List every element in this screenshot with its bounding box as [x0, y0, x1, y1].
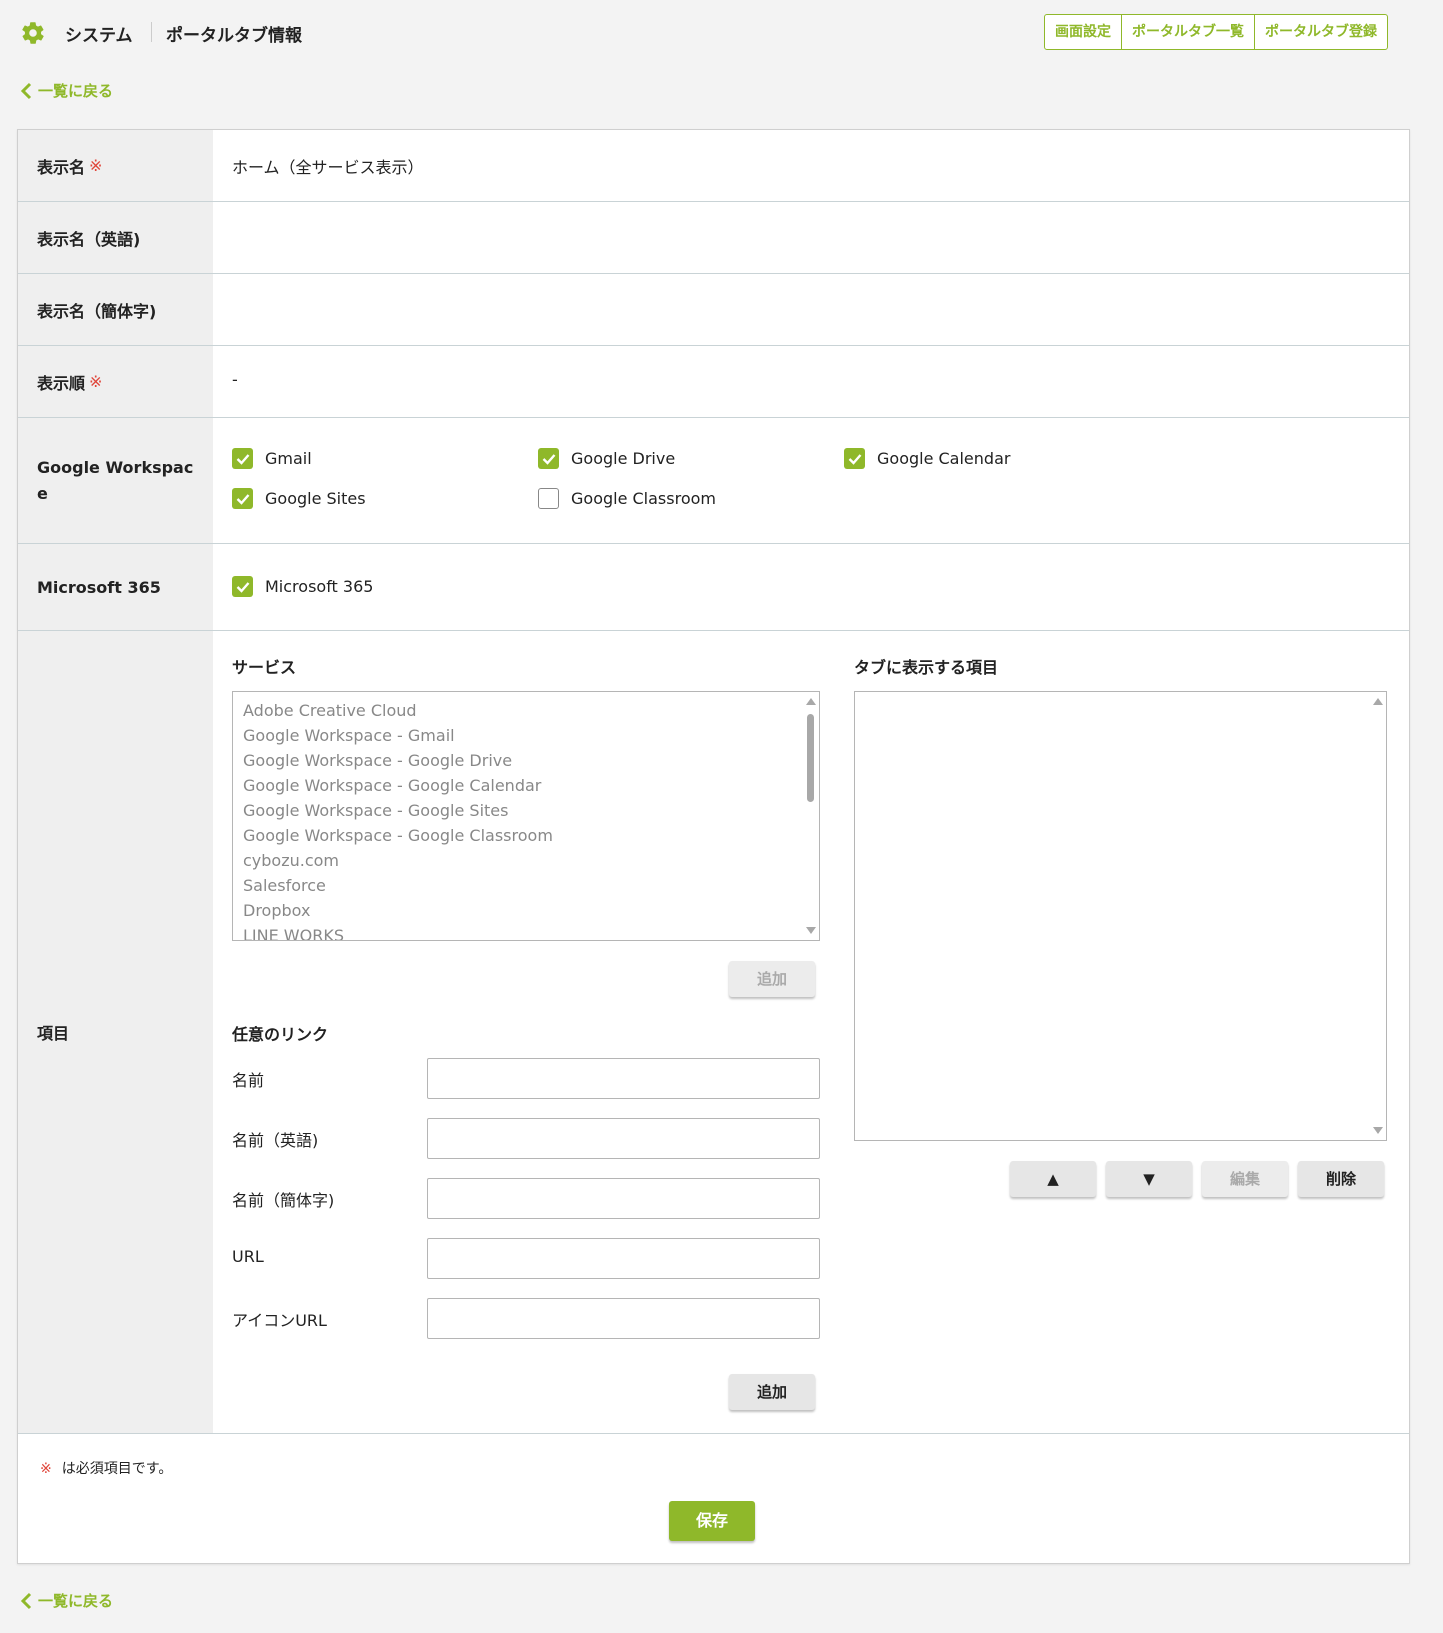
tab-screen-settings[interactable]: 画面設定 [1045, 15, 1121, 49]
google-calendar-checkbox[interactable]: Google Calendar [844, 448, 1010, 469]
back-to-list-link-bottom[interactable]: 一覧に戻る [20, 1590, 113, 1611]
custom-name-input[interactable] [427, 1058, 820, 1099]
required-mark: ※ [40, 1461, 52, 1477]
google-classroom-checkbox[interactable]: Google Classroom [538, 488, 716, 509]
page-header: システム ポータルタブ情報 画面設定 ポータルタブ一覧 ポータルタブ登録 [0, 0, 1443, 66]
breadcrumb-divider [151, 22, 152, 42]
list-item[interactable]: Google Workspace - Google Classroom [243, 823, 553, 848]
add-service-button[interactable]: 追加 [729, 961, 815, 997]
services-listbox[interactable]: Adobe Creative Cloud Google Workspace - … [232, 691, 820, 941]
scroll-down-arrow-icon[interactable] [806, 927, 816, 934]
list-item[interactable]: Google Workspace - Google Drive [243, 748, 553, 773]
check-icon [844, 448, 865, 469]
unchecked-box-icon [538, 488, 559, 509]
list-item[interactable]: Adobe Creative Cloud [243, 698, 553, 723]
row-display-name-en: 表示名（英語) [18, 202, 1409, 274]
scroll-up-arrow-icon[interactable] [806, 698, 816, 705]
custom-url-label: URL [232, 1247, 264, 1266]
display-name-value: ホーム（全サービス表示） [232, 158, 424, 177]
custom-url-input[interactable] [427, 1238, 820, 1279]
row-display-order: 表示順 ※ - [18, 346, 1409, 418]
add-custom-link-button[interactable]: 追加 [729, 1374, 815, 1410]
scroll-thumb[interactable] [807, 714, 814, 802]
required-mark: ※ [89, 372, 103, 391]
list-item[interactable]: Dropbox [243, 898, 553, 923]
tab-portal-tab-register[interactable]: ポータルタブ登録 [1254, 15, 1387, 49]
items-label: 項目 [18, 631, 213, 1433]
custom-icon-url-label: アイコンURL [232, 1311, 327, 1330]
row-microsoft-365: Microsoft 365 Microsoft 365 [18, 544, 1409, 631]
display-name-en-label: 表示名（英語) [18, 202, 213, 273]
move-down-button[interactable]: ▼ [1106, 1161, 1192, 1197]
portal-tab-form: 表示名 ※ ホーム（全サービス表示） 表示名（英語) 表示名（簡体字) 表示順 ※ … [17, 129, 1410, 1564]
required-note: ※ は必須項目です。 [40, 1461, 173, 1477]
list-item[interactable]: Google Workspace - Google Sites [243, 798, 553, 823]
edit-button[interactable]: 編集 [1202, 1161, 1288, 1197]
row-display-name-zh: 表示名（簡体字) [18, 274, 1409, 346]
chevron-left-icon [20, 1592, 32, 1609]
top-tab-group: 画面設定 ポータルタブ一覧 ポータルタブ登録 [1044, 14, 1388, 50]
scroll-up-arrow-icon[interactable] [1373, 698, 1383, 705]
custom-link-title: 任意のリンク [232, 1025, 329, 1044]
row-items: 項目 サービス Adobe Creative Cloud Google Work… [18, 631, 1409, 1434]
google-workspace-label: Google Workspac e [18, 418, 213, 543]
delete-button[interactable]: 削除 [1298, 1161, 1384, 1197]
display-order-label: 表示順 ※ [18, 346, 213, 417]
list-item[interactable]: cybozu.com [243, 848, 553, 873]
tab-portal-tab-list[interactable]: ポータルタブ一覧 [1121, 15, 1254, 49]
services-title: サービス [232, 658, 297, 677]
back-link-label: 一覧に戻る [38, 1592, 114, 1610]
chevron-left-icon [20, 82, 32, 99]
custom-icon-url-input[interactable] [427, 1298, 820, 1339]
gmail-checkbox[interactable]: Gmail [232, 448, 312, 469]
save-button[interactable]: 保存 [669, 1501, 755, 1541]
check-icon [232, 488, 253, 509]
scroll-down-arrow-icon[interactable] [1373, 1127, 1383, 1134]
list-item[interactable]: Google Workspace - Google Calendar [243, 773, 553, 798]
google-sites-checkbox[interactable]: Google Sites [232, 488, 366, 509]
tab-items-scrollbar[interactable] [1370, 692, 1386, 1140]
page-title: ポータルタブ情報 [166, 26, 302, 46]
services-scrollbar[interactable] [803, 692, 819, 940]
row-google-workspace: Google Workspac e Gmail Google Drive Goo… [18, 418, 1409, 544]
tab-items-title: タブに表示する項目 [854, 658, 999, 677]
services-list: Adobe Creative Cloud Google Workspace - … [243, 698, 553, 940]
display-name-label: 表示名 ※ [18, 130, 213, 201]
google-drive-checkbox[interactable]: Google Drive [538, 448, 675, 469]
display-order-value: - [232, 370, 238, 389]
required-mark: ※ [89, 156, 103, 175]
move-up-button[interactable]: ▲ [1010, 1161, 1096, 1197]
microsoft-365-checkbox[interactable]: Microsoft 365 [232, 576, 373, 597]
tab-items-listbox[interactable] [854, 691, 1387, 1141]
breadcrumb-system: システム [65, 26, 133, 46]
row-display-name: 表示名 ※ ホーム（全サービス表示） [18, 130, 1409, 202]
custom-name-zh-input[interactable] [427, 1178, 820, 1219]
custom-name-en-input[interactable] [427, 1118, 820, 1159]
custom-name-zh-label: 名前（簡体字) [232, 1191, 335, 1210]
microsoft-365-label: Microsoft 365 [18, 544, 213, 630]
display-name-zh-label: 表示名（簡体字) [18, 274, 213, 345]
custom-name-en-label: 名前（英語) [232, 1131, 319, 1150]
custom-name-label: 名前 [232, 1071, 265, 1090]
check-icon [232, 576, 253, 597]
list-item[interactable]: Google Workspace - Gmail [243, 723, 553, 748]
list-item[interactable]: Salesforce [243, 873, 553, 898]
back-to-list-link-top[interactable]: 一覧に戻る [20, 80, 113, 101]
check-icon [232, 448, 253, 469]
gear-icon [22, 22, 44, 44]
list-item[interactable]: LINE WORKS [243, 923, 553, 940]
check-icon [538, 448, 559, 469]
back-link-label: 一覧に戻る [38, 82, 114, 100]
